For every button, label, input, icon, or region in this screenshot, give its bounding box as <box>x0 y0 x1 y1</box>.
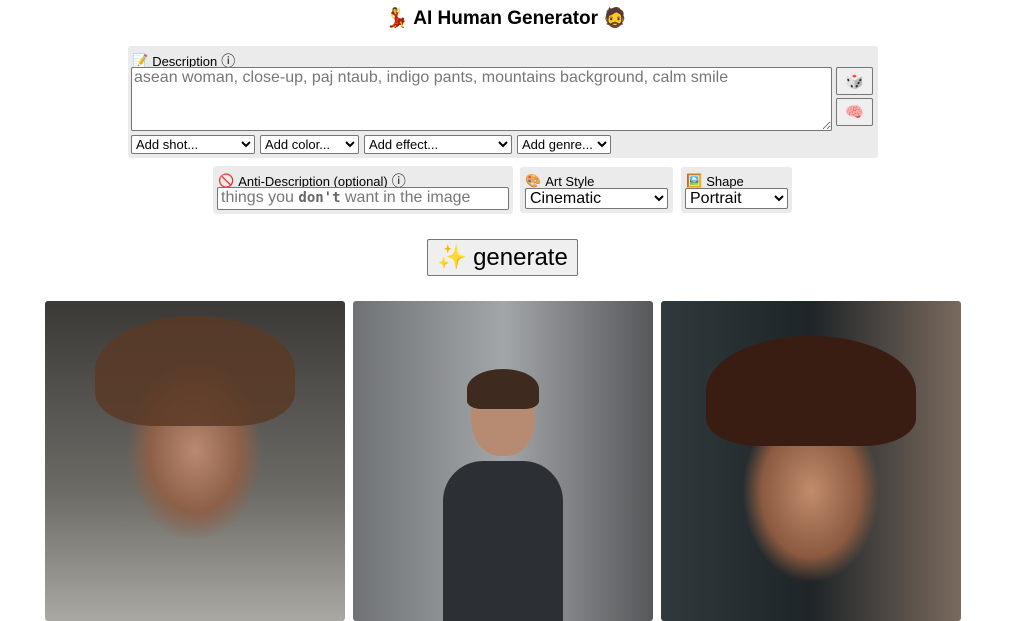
bearded-man-icon: 🧔 <box>603 8 627 29</box>
dancer-icon: 💃 <box>385 8 409 29</box>
picture-icon: 🖼️ <box>686 173 703 188</box>
shape-label: Shape <box>706 173 744 189</box>
anti-description-panel: 🚫 Anti-Description (optional) ⓘ things y… <box>213 166 513 214</box>
description-input[interactable] <box>131 67 832 131</box>
description-panel: 📝 Description ⓘ 🎲 🧠 Add shot... Add colo… <box>128 46 878 158</box>
hair <box>706 336 916 446</box>
figure-suit <box>443 461 563 621</box>
figure-hair <box>467 369 539 409</box>
brain-icon: 🧠 <box>845 104 864 121</box>
add-effect-select[interactable]: Add effect... <box>364 135 512 154</box>
palette-icon: 🎨 <box>525 173 542 188</box>
result-image-1[interactable] <box>45 301 345 621</box>
dice-icon: 🎲 <box>845 73 864 90</box>
page-title: 💃 AI Human Generator 🧔 <box>0 6 1012 30</box>
generate-button[interactable]: ✨ generate <box>427 239 578 276</box>
sparkles-icon: ✨ <box>437 244 468 271</box>
add-color-select[interactable]: Add color... <box>260 135 359 154</box>
brain-button[interactable]: 🧠 <box>836 98 873 126</box>
add-genre-select[interactable]: Add genre... <box>517 135 611 154</box>
art-style-label: Art Style <box>545 173 595 189</box>
result-image-2[interactable] <box>353 301 653 621</box>
shape-panel: 🖼️ Shape Portrait <box>681 167 792 213</box>
result-image-3[interactable] <box>661 301 961 621</box>
generate-label: generate <box>473 243 568 271</box>
art-style-select[interactable]: Cinematic <box>525 188 668 209</box>
art-style-panel: 🎨 Art Style Cinematic <box>520 167 673 213</box>
shape-select[interactable]: Portrait <box>685 188 788 209</box>
hair <box>95 316 295 426</box>
title-text: AI Human Generator <box>413 8 599 29</box>
random-prompt-button[interactable]: 🎲 <box>836 67 873 95</box>
anti-description-input[interactable] <box>217 187 509 210</box>
add-shot-select[interactable]: Add shot... <box>131 135 255 154</box>
